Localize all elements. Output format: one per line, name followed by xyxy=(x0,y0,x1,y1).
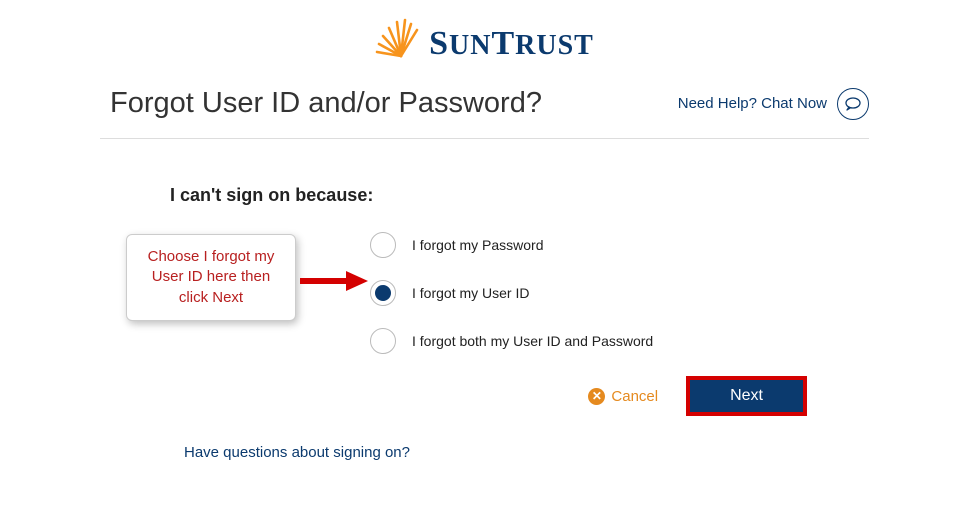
radio-group: I forgot my Password I forgot my User ID… xyxy=(370,232,869,354)
radio-label: I forgot my User ID xyxy=(412,285,529,301)
chat-icon xyxy=(837,88,869,120)
cancel-button[interactable]: ✕ Cancel xyxy=(588,388,658,405)
form-section: I can't sign on because: I forgot my Pas… xyxy=(0,139,969,461)
radio-option-password[interactable]: I forgot my Password xyxy=(370,232,869,258)
chat-now-link[interactable]: Need Help? Chat Now xyxy=(678,88,869,120)
logo-text: SUNTRUST xyxy=(429,27,594,63)
reason-label: I can't sign on because: xyxy=(170,185,869,206)
next-button[interactable]: Next xyxy=(686,376,807,416)
logo-area: SUNTRUST xyxy=(0,0,969,67)
logo: SUNTRUST xyxy=(375,18,594,63)
cancel-icon: ✕ xyxy=(588,388,605,405)
radio-label: I forgot both my User ID and Password xyxy=(412,333,653,349)
header-row: Forgot User ID and/or Password? Need Hel… xyxy=(0,67,969,138)
radio-icon xyxy=(370,280,396,306)
instruction-callout: Choose I forgot my User ID here then cli… xyxy=(126,234,296,321)
questions-link[interactable]: Have questions about signing on? xyxy=(184,444,869,461)
radio-option-both[interactable]: I forgot both my User ID and Password xyxy=(370,328,869,354)
arrow-icon xyxy=(298,269,368,293)
cancel-label: Cancel xyxy=(611,388,658,405)
button-row: ✕ Cancel Next xyxy=(170,376,869,416)
radio-icon xyxy=(370,328,396,354)
chat-now-label: Need Help? Chat Now xyxy=(678,95,827,112)
radio-option-userid[interactable]: I forgot my User ID xyxy=(370,280,869,306)
sunburst-icon xyxy=(375,18,423,63)
radio-label: I forgot my Password xyxy=(412,237,544,253)
page-title: Forgot User ID and/or Password? xyxy=(110,87,542,120)
radio-icon xyxy=(370,232,396,258)
